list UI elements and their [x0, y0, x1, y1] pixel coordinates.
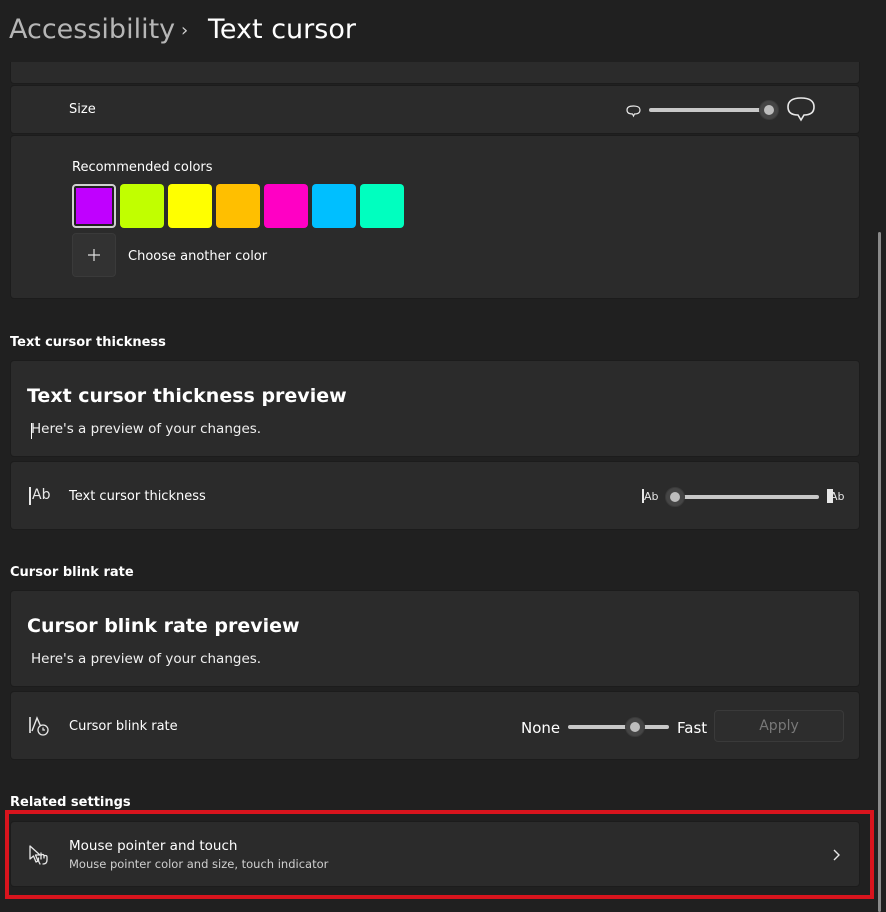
color-swatch[interactable]	[216, 184, 260, 228]
blink-section-title: Cursor blink rate	[10, 565, 134, 580]
thickness-preview-title: Text cursor thickness preview	[27, 385, 347, 407]
recommended-colors-label: Recommended colors	[72, 160, 213, 175]
thickness-preview-text: Here's a preview of your changes.	[31, 421, 262, 437]
blink-preview-title: Cursor blink rate preview	[27, 615, 300, 637]
thickness-icon: Ab	[32, 487, 51, 503]
large-indicator-icon	[787, 97, 815, 122]
breadcrumb-chevron-icon: ›	[181, 20, 189, 41]
indicator-top-card	[10, 62, 860, 84]
color-swatch[interactable]	[168, 184, 212, 228]
size-slider-track[interactable]	[649, 108, 769, 112]
choose-color-button[interactable]	[72, 233, 116, 277]
color-swatch[interactable]	[264, 184, 308, 228]
thickness-icon-bar	[29, 487, 31, 505]
color-swatch[interactable]	[72, 184, 116, 228]
size-label: Size	[69, 102, 96, 117]
size-row: Size	[10, 85, 860, 134]
breadcrumb-parent[interactable]: Accessibility	[9, 14, 175, 45]
page-title: Text cursor	[208, 14, 356, 45]
size-slider-thumb[interactable]	[759, 100, 779, 120]
color-swatch[interactable]	[312, 184, 356, 228]
blink-row: Cursor blink rate None Fast Apply	[10, 691, 860, 760]
thick-cursor-icon: Ab	[830, 490, 845, 503]
blink-slider-track[interactable]	[568, 725, 669, 729]
blink-slider-thumb[interactable]	[624, 717, 645, 737]
scrollbar-thumb[interactable]	[878, 232, 881, 912]
thickness-section-title: Text cursor thickness	[10, 335, 166, 350]
blink-preview-card: Cursor blink rate preview Here's a previ…	[10, 590, 860, 687]
color-swatch[interactable]	[360, 184, 404, 228]
related-section-title: Related settings	[10, 795, 131, 810]
color-swatch[interactable]	[120, 184, 164, 228]
blink-max-label: Fast	[677, 719, 708, 737]
thickness-label: Text cursor thickness	[69, 489, 206, 504]
thickness-slider-thumb[interactable]	[665, 487, 685, 507]
thickness-slider-track[interactable]	[675, 495, 819, 499]
thickness-row: Ab Text cursor thickness Ab Ab	[10, 461, 860, 530]
plus-icon	[88, 249, 100, 261]
thin-cursor-icon: Ab	[644, 490, 659, 503]
highlight-box	[5, 810, 874, 899]
blink-min-label: None	[521, 719, 561, 737]
small-indicator-icon	[626, 105, 641, 118]
thickness-preview-card: Text cursor thickness preview Here's a p…	[10, 360, 860, 457]
choose-color-label[interactable]: Choose another color	[128, 249, 267, 264]
blink-preview-text: Here's a preview of your changes.	[31, 651, 262, 667]
apply-button[interactable]: Apply	[714, 710, 844, 742]
blink-rate-icon	[29, 716, 49, 736]
blink-rate-label: Cursor blink rate	[69, 719, 178, 734]
